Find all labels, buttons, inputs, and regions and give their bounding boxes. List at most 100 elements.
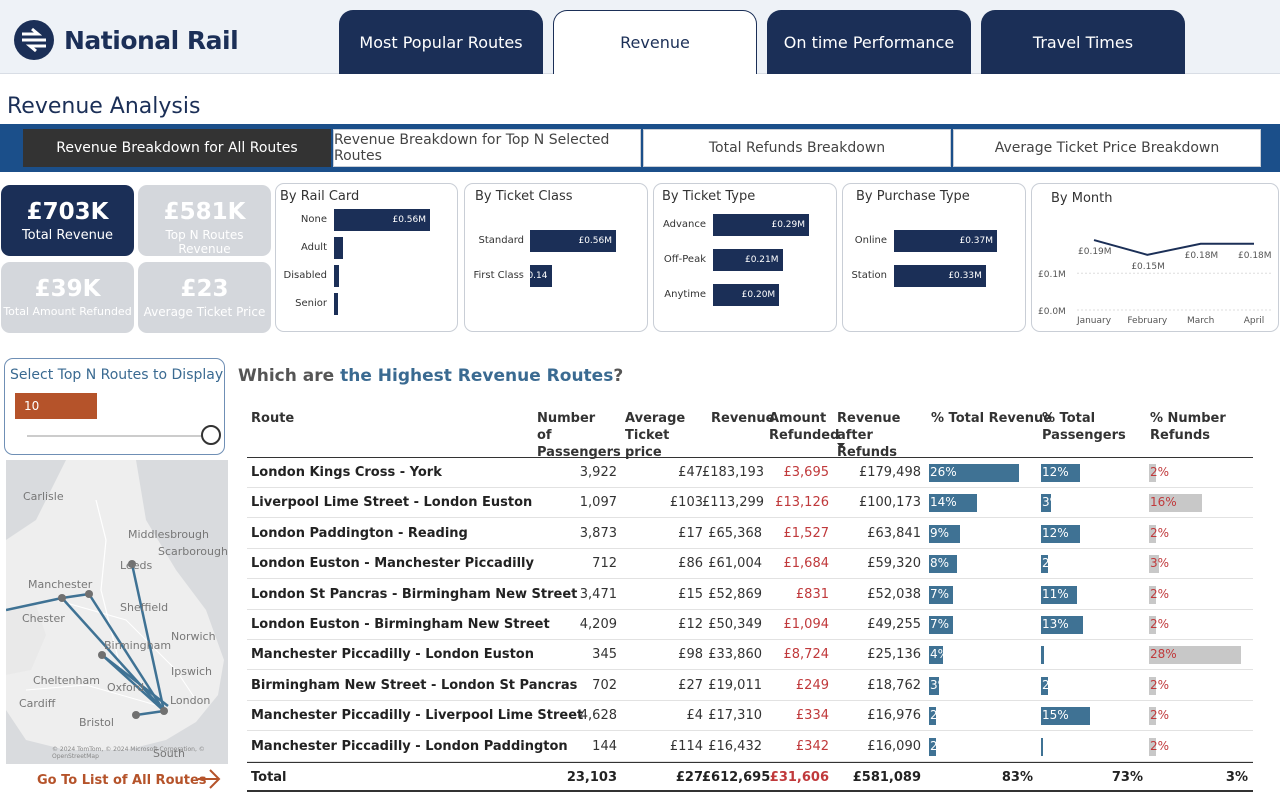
- arrow-right-icon[interactable]: [196, 766, 222, 792]
- passengers-cell: 712: [592, 556, 617, 572]
- refunded-cell: £831: [795, 586, 829, 602]
- route-name: London St Pancras - Birmingham New Stree…: [251, 586, 578, 602]
- kpi-total-revenue[interactable]: £703K Total Revenue: [1, 185, 134, 256]
- bar[interactable]: [334, 265, 340, 287]
- revenue-after-cell: £100,173: [858, 495, 921, 511]
- kpi-avg-ticket-price[interactable]: £23 Average Ticket Price: [138, 262, 271, 333]
- pct-revenue-bar-label: 7%: [930, 586, 950, 601]
- refunded-cell: £342: [795, 738, 829, 754]
- map-label: Carlisle: [23, 490, 64, 503]
- table-row[interactable]: Birmingham New Street - London St Pancra…: [247, 671, 1253, 701]
- column-header-pct-passengers[interactable]: % Total Passengers: [1042, 410, 1132, 444]
- pct-refunds-bar-label: 2%: [1150, 586, 1170, 601]
- passengers-cell: 345: [592, 647, 617, 663]
- table-row[interactable]: Manchester Piccadilly - London Paddingto…: [247, 732, 1253, 762]
- slider-track[interactable]: [27, 435, 209, 437]
- refunded-cell: £3,695: [783, 465, 830, 480]
- nav-tab-revenue[interactable]: Revenue: [553, 10, 757, 74]
- sub-tab-avg-ticket-price[interactable]: Average Ticket Price Breakdown: [953, 129, 1261, 167]
- total-pct-passengers: 73%: [1111, 770, 1143, 785]
- nav-tab-on-time-performance[interactable]: On time Performance: [767, 10, 971, 74]
- top-n-selector: Select Top N Routes to Display 10: [4, 358, 225, 455]
- bar-label: Disabled: [283, 270, 327, 281]
- bar-label: Adult: [300, 242, 327, 253]
- table-row[interactable]: London Paddington - Reading 3,873 £17 £65,3…: [247, 519, 1253, 549]
- card-by-ticket-class: By Ticket Class Standard £0.56M First Clas…: [464, 183, 648, 332]
- column-header-avg-price[interactable]: Average Ticket price: [625, 410, 705, 461]
- refunded-cell: £13,126: [775, 495, 829, 511]
- x-tick-label: April: [1244, 316, 1265, 326]
- pct-revenue-bar-label: 2%: [930, 708, 950, 723]
- passengers-cell: 144: [592, 738, 617, 754]
- bar-label: None: [300, 214, 327, 225]
- bar[interactable]: £0.56M: [530, 230, 616, 252]
- sub-tab-top-n-routes[interactable]: Revenue Breakdown for Top N Selected Rou…: [333, 129, 641, 167]
- bar[interactable]: [334, 237, 343, 259]
- bar[interactable]: £0.29M: [713, 214, 809, 236]
- table-row[interactable]: Liverpool Lime Street - London Euston 1,0…: [247, 488, 1253, 519]
- bar-label: First Class: [473, 270, 524, 281]
- column-header-passengers[interactable]: Number of Passengers: [537, 410, 621, 461]
- pct-refunds-bar-label: 2%: [1150, 708, 1170, 723]
- go-to-all-routes-link[interactable]: Go To List of All Routes: [37, 773, 207, 788]
- bar[interactable]: [334, 293, 338, 315]
- nav-tab-travel-times[interactable]: Travel Times: [981, 10, 1185, 74]
- sub-tab-all-routes[interactable]: Revenue Breakdown for All Routes: [23, 129, 331, 167]
- avg-price-cell: £103: [669, 495, 703, 511]
- revenue-after-cell: £63,841: [867, 525, 921, 541]
- kpi-value: £23: [180, 276, 229, 302]
- pct-refunds-bar-label: 3%: [1150, 556, 1170, 571]
- route-map[interactable]: Carlisle Middlesbrough Scarborough Leeds…: [6, 460, 228, 764]
- revenue-after-cell: £59,320: [867, 556, 921, 572]
- revenue-cell: £61,004: [708, 556, 762, 572]
- total-revenue-after: £581,089: [852, 770, 921, 785]
- top-n-input[interactable]: 10: [15, 393, 97, 419]
- pct-passengers-bar-label: 12%: [1042, 465, 1069, 479]
- pct-passengers-bar: [1041, 737, 1043, 756]
- bar[interactable]: £0.37M: [894, 230, 997, 252]
- avg-price-cell: £12: [678, 617, 703, 632]
- revenue-after-cell: £16,976: [867, 708, 921, 724]
- pct-passengers-bar-label: 15%: [1042, 708, 1069, 723]
- page-title: Revenue Analysis: [7, 94, 201, 119]
- y-tick-label: £0.0M: [1038, 307, 1066, 317]
- table-row[interactable]: Manchester Piccadilly - London Euston 345…: [247, 640, 1253, 671]
- sort-descending-icon[interactable]: [837, 443, 845, 448]
- x-tick-label: February: [1127, 316, 1168, 326]
- selector-title: Select Top N Routes to Display: [10, 367, 224, 383]
- map-label: Bristol: [79, 716, 114, 729]
- bar[interactable]: £0.56M: [334, 209, 430, 231]
- sub-tab-refunds[interactable]: Total Refunds Breakdown: [643, 129, 951, 167]
- map-label: Scarborough: [158, 545, 228, 558]
- slider-handle[interactable]: [201, 425, 221, 445]
- column-header-revenue[interactable]: Revenue: [711, 410, 774, 427]
- kpi-total-refunded[interactable]: £39K Total Amount Refunded: [1, 262, 134, 333]
- total-pct-refunds: 3%: [1225, 770, 1248, 785]
- route-name: London Kings Cross - York: [251, 465, 442, 480]
- card-by-purchase-type: By Purchase Type Online £0.37M Station £0.3…: [842, 183, 1026, 332]
- table-row[interactable]: London Euston - Manchester Piccadilly 712…: [247, 549, 1253, 580]
- table-row[interactable]: London St Pancras - Birmingham New Stree…: [247, 580, 1253, 610]
- data-label: £0.18M: [1238, 251, 1272, 261]
- revenue-after-cell: £25,136: [867, 647, 921, 663]
- column-header-pct-refunds[interactable]: % Number Refunds: [1150, 410, 1240, 444]
- column-header-refunded[interactable]: Amount Refunded: [769, 410, 839, 444]
- column-header-route[interactable]: Route: [251, 410, 294, 427]
- route-name: Manchester Piccadilly - London Paddingto…: [251, 738, 568, 754]
- bar[interactable]: £0.21M: [713, 249, 783, 271]
- map-label: Middlesbrough: [128, 528, 209, 541]
- bar[interactable]: £0.33M: [894, 265, 986, 287]
- nav-tab-most-popular-routes[interactable]: Most Popular Routes: [339, 10, 543, 74]
- pct-revenue-bar-label: 9%: [930, 525, 950, 540]
- total-label: Total: [251, 770, 287, 785]
- table-row[interactable]: London Kings Cross - York 3,922 £47 £183,19…: [247, 458, 1253, 488]
- table-row[interactable]: Manchester Piccadilly - Liverpool Lime S…: [247, 701, 1253, 732]
- column-header-pct-revenue[interactable]: % Total Revenue: [931, 410, 1052, 427]
- column-header-revenue-after[interactable]: Revenue after Refunds: [837, 410, 927, 461]
- bar[interactable]: £0.20M: [713, 284, 780, 306]
- bar[interactable]: £0.14: [522, 265, 552, 287]
- avg-price-cell: £47: [678, 465, 703, 480]
- table-row[interactable]: London Euston - Birmingham New Street 4,2…: [247, 610, 1253, 640]
- refunded-cell: £8,724: [783, 647, 830, 663]
- kpi-top-n-revenue[interactable]: £581K Top N Routes Revenue: [138, 185, 271, 256]
